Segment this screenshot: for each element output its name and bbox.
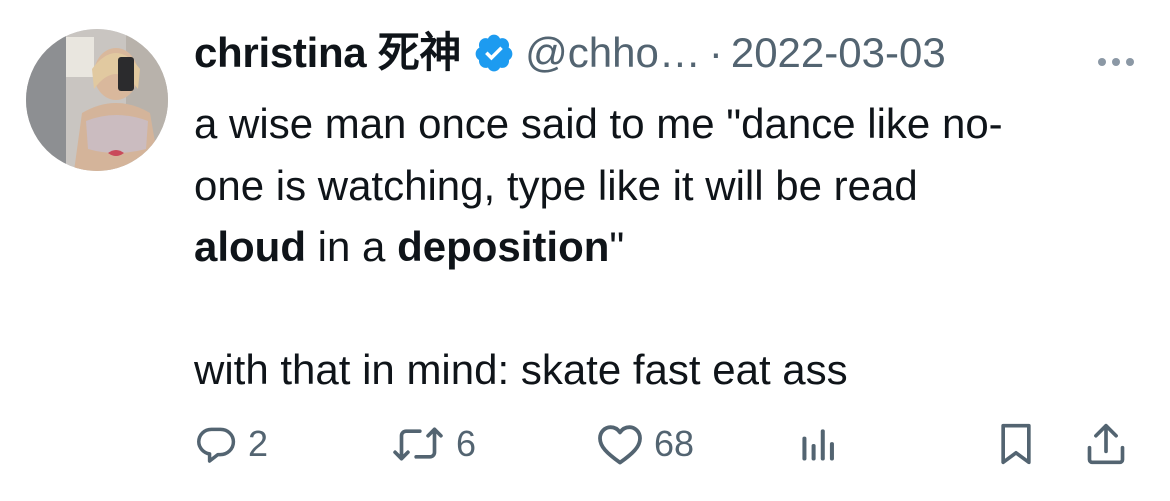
tweet-text-line: one is watching, type like it will be re… [194, 161, 918, 209]
verified-badge-icon [473, 32, 515, 74]
handle[interactable]: @chho… [525, 28, 701, 78]
tweet-text-line: with that in mind: skate fast eat ass [194, 346, 848, 393]
share-button[interactable] [1084, 416, 1128, 472]
tweet[interactable]: christina 死神 @chho… · 2022-03-03 a wise … [0, 0, 1170, 501]
like-count: 68 [654, 423, 695, 464]
retweet-button[interactable]: 6 [390, 416, 476, 472]
text-fragment: in a [306, 223, 398, 270]
bold-word: aloud [194, 223, 306, 270]
tweet-text-line: aloud in a deposition" [194, 216, 1154, 278]
reply-count: 2 [248, 423, 269, 464]
like-button[interactable]: 68 [596, 416, 694, 472]
analytics-icon [796, 422, 840, 466]
display-name[interactable]: christina 死神 [194, 28, 461, 78]
reply-button[interactable]: 2 [194, 416, 268, 472]
text-fragment: " [609, 223, 625, 270]
bold-word: deposition [397, 223, 610, 270]
retweet-count: 6 [456, 423, 477, 464]
reply-icon [194, 422, 238, 466]
bookmark-button[interactable] [994, 416, 1038, 472]
tweet-header: christina 死神 @chho… · 2022-03-03 [194, 28, 1154, 78]
avatar-image [26, 29, 168, 171]
retweet-icon [390, 422, 446, 466]
avatar[interactable] [26, 29, 168, 171]
bookmark-icon [994, 420, 1038, 468]
tweet-text-line: a wise man once said to me "dance like n… [194, 100, 1003, 147]
heart-icon [596, 422, 644, 466]
tweet-text: a wise man once said to me "dance like n… [194, 93, 1154, 401]
share-icon [1084, 420, 1128, 468]
more-dots-icon[interactable] [1090, 38, 1142, 68]
separator-dot: · [708, 29, 723, 76]
tweet-date[interactable]: 2022-03-03 [731, 28, 946, 78]
analytics-button[interactable] [796, 416, 840, 472]
action-bar: 2 6 68 [194, 416, 1144, 472]
